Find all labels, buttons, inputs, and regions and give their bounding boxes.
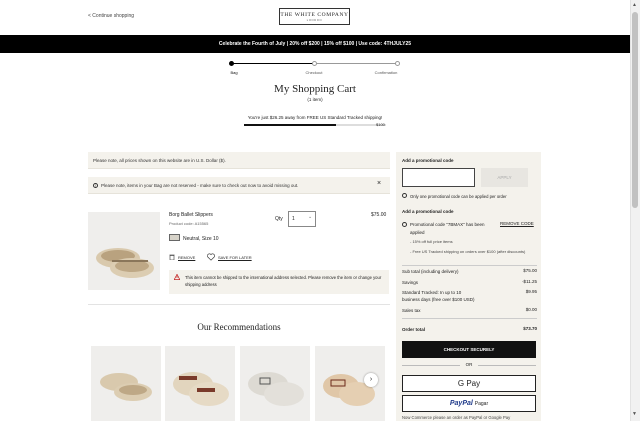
savings-label: Savings	[402, 280, 419, 285]
remove-item-link[interactable]: REMOVE	[178, 255, 195, 260]
product-code: Product code: A15565	[169, 221, 209, 226]
apply-promo-button[interactable]: APPLY	[481, 168, 528, 187]
subtotal-value: $75.00	[523, 268, 537, 273]
promo-benefit: - Free US Tracked shipping on orders ove…	[410, 249, 526, 254]
order-total-value: $73.70	[523, 326, 537, 331]
alert-icon: !	[93, 183, 98, 188]
divider	[402, 265, 537, 266]
reserve-notice: Please note, items in your Bag are not r…	[88, 177, 390, 194]
or-separator: OR	[465, 362, 473, 367]
info-icon	[402, 222, 407, 227]
paypal-button[interactable]: PayPal Pagar	[402, 395, 536, 412]
shipping-goal-label: $100	[376, 122, 385, 127]
free-shipping-message: You're just $26.25 away from FREE US Sta…	[247, 115, 383, 120]
currency-notice: Please note, all prices shown on this we…	[88, 152, 390, 169]
shipping-label: Standard Tracked: In up to 10 business d…	[402, 290, 475, 302]
order-total-label: Order total	[402, 327, 426, 332]
recommendation-card[interactable]	[165, 346, 235, 421]
applied-promo-heading: Add a promotional code	[402, 209, 454, 214]
shipping-progress-fill	[244, 124, 337, 126]
remove-code-link[interactable]: REMOVE CODE	[500, 221, 534, 226]
color-swatch	[169, 234, 180, 241]
page-title: My Shopping Cart	[274, 83, 356, 95]
product-name[interactable]: Borg Ballet Slippers	[169, 212, 213, 218]
continue-shopping-link[interactable]: < Continue shopping	[88, 13, 134, 19]
product-price: $75.00	[371, 212, 387, 218]
promo-applied-message: Promotional code "7BMAX" has been applie…	[410, 222, 485, 235]
scroll-down-icon[interactable]: ▼	[632, 411, 637, 417]
promo-code-input[interactable]	[402, 168, 475, 187]
gpay-label: G Pay	[457, 379, 481, 388]
shipping-warning: This item cannot be shipped to the inter…	[169, 270, 389, 294]
step-label-confirmation: Confirmation	[374, 70, 398, 75]
quantity-label: Qty	[275, 216, 283, 222]
divider	[88, 304, 390, 305]
step-dot-confirmation	[395, 61, 400, 66]
checkout-button[interactable]: CHECKOUT SECURELY	[402, 341, 536, 358]
steps-track-active	[231, 63, 314, 64]
info-icon	[402, 193, 407, 198]
savings-value: -$11.25	[522, 279, 537, 284]
sales-tax-value: $0.00	[525, 307, 537, 312]
paypal-sublabel: Pagar	[474, 401, 489, 407]
promo-code-heading: Add a promotional code	[402, 158, 454, 163]
warning-icon	[173, 273, 181, 280]
recommendations-title: Our Recommendations	[197, 322, 281, 332]
shipping-value: $9.95	[525, 289, 537, 294]
divider	[402, 365, 460, 366]
step-dot-bag	[229, 61, 234, 66]
subtotal-label: Sub total (including delivery)	[402, 269, 459, 274]
google-pay-button[interactable]: G Pay	[402, 375, 536, 392]
recommendation-card[interactable]	[240, 346, 310, 421]
scrollbar-thumb[interactable]	[632, 12, 638, 208]
step-dot-checkout	[312, 61, 317, 66]
step-label-bag: Bag	[230, 70, 238, 75]
logo-subtext: LONDON	[306, 19, 323, 22]
close-icon[interactable]: ×	[377, 180, 381, 187]
paypal-logo: PayPal	[449, 400, 473, 407]
divider	[402, 318, 537, 319]
step-label-checkout: Checkout	[305, 70, 323, 75]
product-image[interactable]	[88, 212, 160, 290]
divider	[478, 365, 536, 366]
chevron-down-icon: ⌄	[308, 214, 313, 220]
payment-note: Now Commerce please an order as PayPal o…	[402, 415, 511, 420]
promo-banner: Celebrate the Fourth of July | 20% off $…	[0, 35, 630, 53]
one-promo-note: Only one promotional code can be applied…	[410, 194, 507, 199]
logo[interactable]: THE WHITE COMPANY LONDON	[279, 8, 350, 25]
recommendation-card[interactable]	[91, 346, 161, 421]
sales-tax-label: Sales tax	[402, 308, 421, 313]
product-variant: Neutral, Size 10	[183, 236, 219, 242]
scroll-up-icon[interactable]: ▲	[632, 2, 637, 8]
save-for-later-link[interactable]: SAVE FOR LATER	[218, 255, 252, 260]
chevron-right-icon[interactable]: ›	[364, 373, 378, 387]
quantity-value: 1	[292, 216, 295, 222]
logo-text: THE WHITE COMPANY	[280, 12, 349, 18]
promo-benefit: - 15% off full price items	[410, 239, 453, 244]
trash-icon[interactable]	[169, 254, 175, 261]
cart-item-count: (1 item)	[307, 97, 323, 102]
heart-icon[interactable]	[207, 253, 215, 261]
